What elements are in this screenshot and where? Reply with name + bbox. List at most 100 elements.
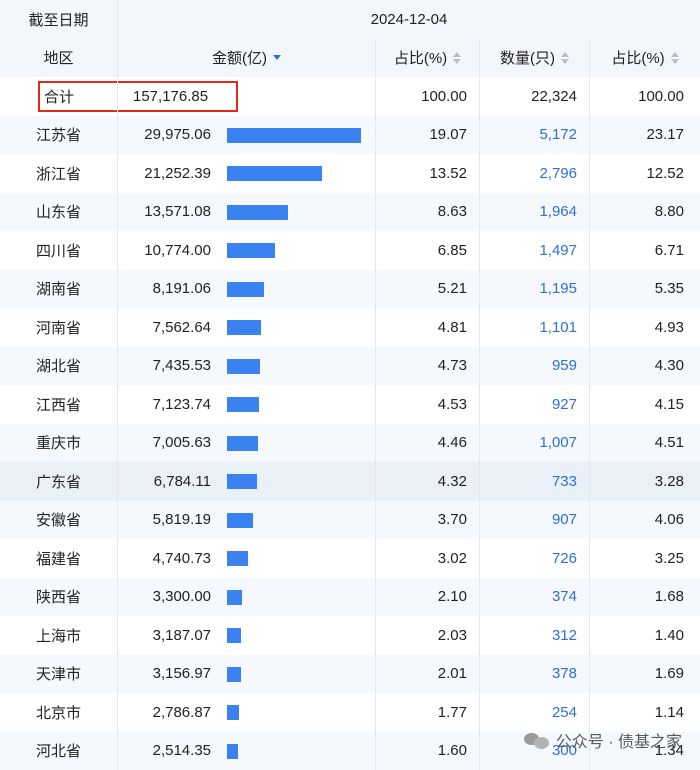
amount-cell: 2,786.87 (118, 693, 376, 732)
amount-cell: 3,187.07 (118, 616, 376, 655)
region-name: 山东省 (0, 193, 118, 232)
col-count-label: 数量(只) (500, 47, 555, 68)
table-row: 安徽省5,819.193.709074.06 (0, 501, 700, 540)
amount-value: 3,156.97 (153, 665, 211, 682)
amount-cell: 4,740.73 (118, 539, 376, 578)
date-row: 截至日期 2024-12-04 (0, 0, 700, 39)
total-count: 22,324 (480, 77, 590, 116)
amount-value: 6,784.11 (154, 473, 211, 490)
amount-value: 4,740.73 (153, 550, 211, 567)
amount-value: 7,123.74 (153, 396, 211, 413)
amount-value: 3,300.00 (153, 588, 211, 605)
count-link[interactable]: 927 (480, 385, 590, 424)
sort-icon[interactable] (671, 52, 679, 64)
col-share2-label: 占比(%) (611, 47, 664, 68)
region-name: 重庆市 (0, 424, 118, 463)
share2-value: 4.51 (590, 424, 700, 463)
sort-icon[interactable] (561, 52, 569, 64)
share2-value: 4.93 (590, 308, 700, 347)
count-link[interactable]: 2,796 (480, 154, 590, 193)
share2-value: 8.80 (590, 193, 700, 232)
region-name: 北京市 (0, 693, 118, 732)
share2-value: 3.28 (590, 462, 700, 501)
region-name: 江苏省 (0, 116, 118, 155)
share2-value: 6.71 (590, 231, 700, 270)
share1-value: 4.73 (376, 347, 480, 386)
wechat-icon (524, 731, 550, 749)
share2-value: 4.30 (590, 347, 700, 386)
col-share2-header[interactable]: 占比(%) (590, 39, 700, 78)
share1-value: 5.21 (376, 270, 480, 309)
amount-cell: 8,191.06 (118, 270, 376, 309)
count-link[interactable]: 733 (480, 462, 590, 501)
region-name: 陕西省 (0, 578, 118, 617)
count-link[interactable]: 1,964 (480, 193, 590, 232)
total-row: 合计 157,176.85 100.00 22,324 100.00 (0, 77, 700, 116)
watermark-text: 公众号 · 债基之家 (556, 728, 682, 752)
col-share1-label: 占比(%) (394, 47, 447, 68)
amount-bar (227, 590, 242, 605)
amount-bar (227, 628, 241, 643)
amount-value: 21,252.39 (144, 165, 211, 182)
share2-value: 12.52 (590, 154, 700, 193)
amount-cell: 7,005.63 (118, 424, 376, 463)
amount-bar (227, 474, 257, 489)
amount-value: 2,514.35 (153, 742, 211, 759)
amount-value: 7,005.63 (153, 434, 211, 451)
sort-icon[interactable] (453, 52, 461, 64)
amount-bar (227, 205, 288, 220)
share1-value: 8.63 (376, 193, 480, 232)
col-count-header[interactable]: 数量(只) (480, 39, 590, 78)
share1-value: 2.10 (376, 578, 480, 617)
amount-cell: 6,784.11 (118, 462, 376, 501)
count-link[interactable]: 1,195 (480, 270, 590, 309)
share1-value: 4.53 (376, 385, 480, 424)
share2-value: 3.25 (590, 539, 700, 578)
count-link[interactable]: 959 (480, 347, 590, 386)
amount-bar (227, 243, 275, 258)
count-link[interactable]: 5,172 (480, 116, 590, 155)
amount-cell: 7,435.53 (118, 347, 376, 386)
share1-value: 2.01 (376, 655, 480, 694)
share1-value: 4.81 (376, 308, 480, 347)
share2-value: 1.69 (590, 655, 700, 694)
count-link[interactable]: 378 (480, 655, 590, 694)
region-name: 安徽省 (0, 501, 118, 540)
total-label: 合计 (44, 86, 74, 107)
share2-value: 5.35 (590, 270, 700, 309)
amount-cell: 10,774.00 (118, 231, 376, 270)
total-amount: 157,176.85 (133, 88, 208, 105)
sort-desc-icon[interactable] (273, 55, 281, 60)
count-link[interactable]: 726 (480, 539, 590, 578)
col-region-header: 地区 (0, 39, 118, 78)
amount-bar (227, 551, 248, 566)
amount-bar (227, 320, 261, 335)
amount-value: 29,975.06 (144, 126, 211, 143)
count-link[interactable]: 907 (480, 501, 590, 540)
table-row: 重庆市7,005.634.461,0074.51 (0, 424, 700, 463)
region-name: 广东省 (0, 462, 118, 501)
share1-value: 13.52 (376, 154, 480, 193)
region-name: 天津市 (0, 655, 118, 694)
share1-value: 6.85 (376, 231, 480, 270)
col-share1-header[interactable]: 占比(%) (376, 39, 480, 78)
amount-cell: 3,156.97 (118, 655, 376, 694)
table-row: 陕西省 3,300.00 2.103741.68 (0, 578, 700, 617)
col-amount-header[interactable]: 金额(亿) (118, 39, 376, 78)
count-link[interactable]: 1,497 (480, 231, 590, 270)
share2-value: 1.14 (590, 693, 700, 732)
amount-value: 2,786.87 (153, 704, 211, 721)
share2-value: 1.68 (590, 578, 700, 617)
table-row: 天津市 3,156.97 2.013781.69 (0, 655, 700, 694)
count-link[interactable]: 374 (480, 578, 590, 617)
count-link[interactable]: 1,101 (480, 308, 590, 347)
region-name: 河南省 (0, 308, 118, 347)
amount-bar (227, 667, 241, 682)
count-link[interactable]: 254 (480, 693, 590, 732)
count-link[interactable]: 312 (480, 616, 590, 655)
count-link[interactable]: 1,007 (480, 424, 590, 463)
date-label: 截至日期 (0, 0, 118, 39)
amount-cell: 3,300.00 (118, 578, 376, 617)
amount-bar (227, 128, 361, 143)
amount-value: 3,187.07 (153, 627, 211, 644)
